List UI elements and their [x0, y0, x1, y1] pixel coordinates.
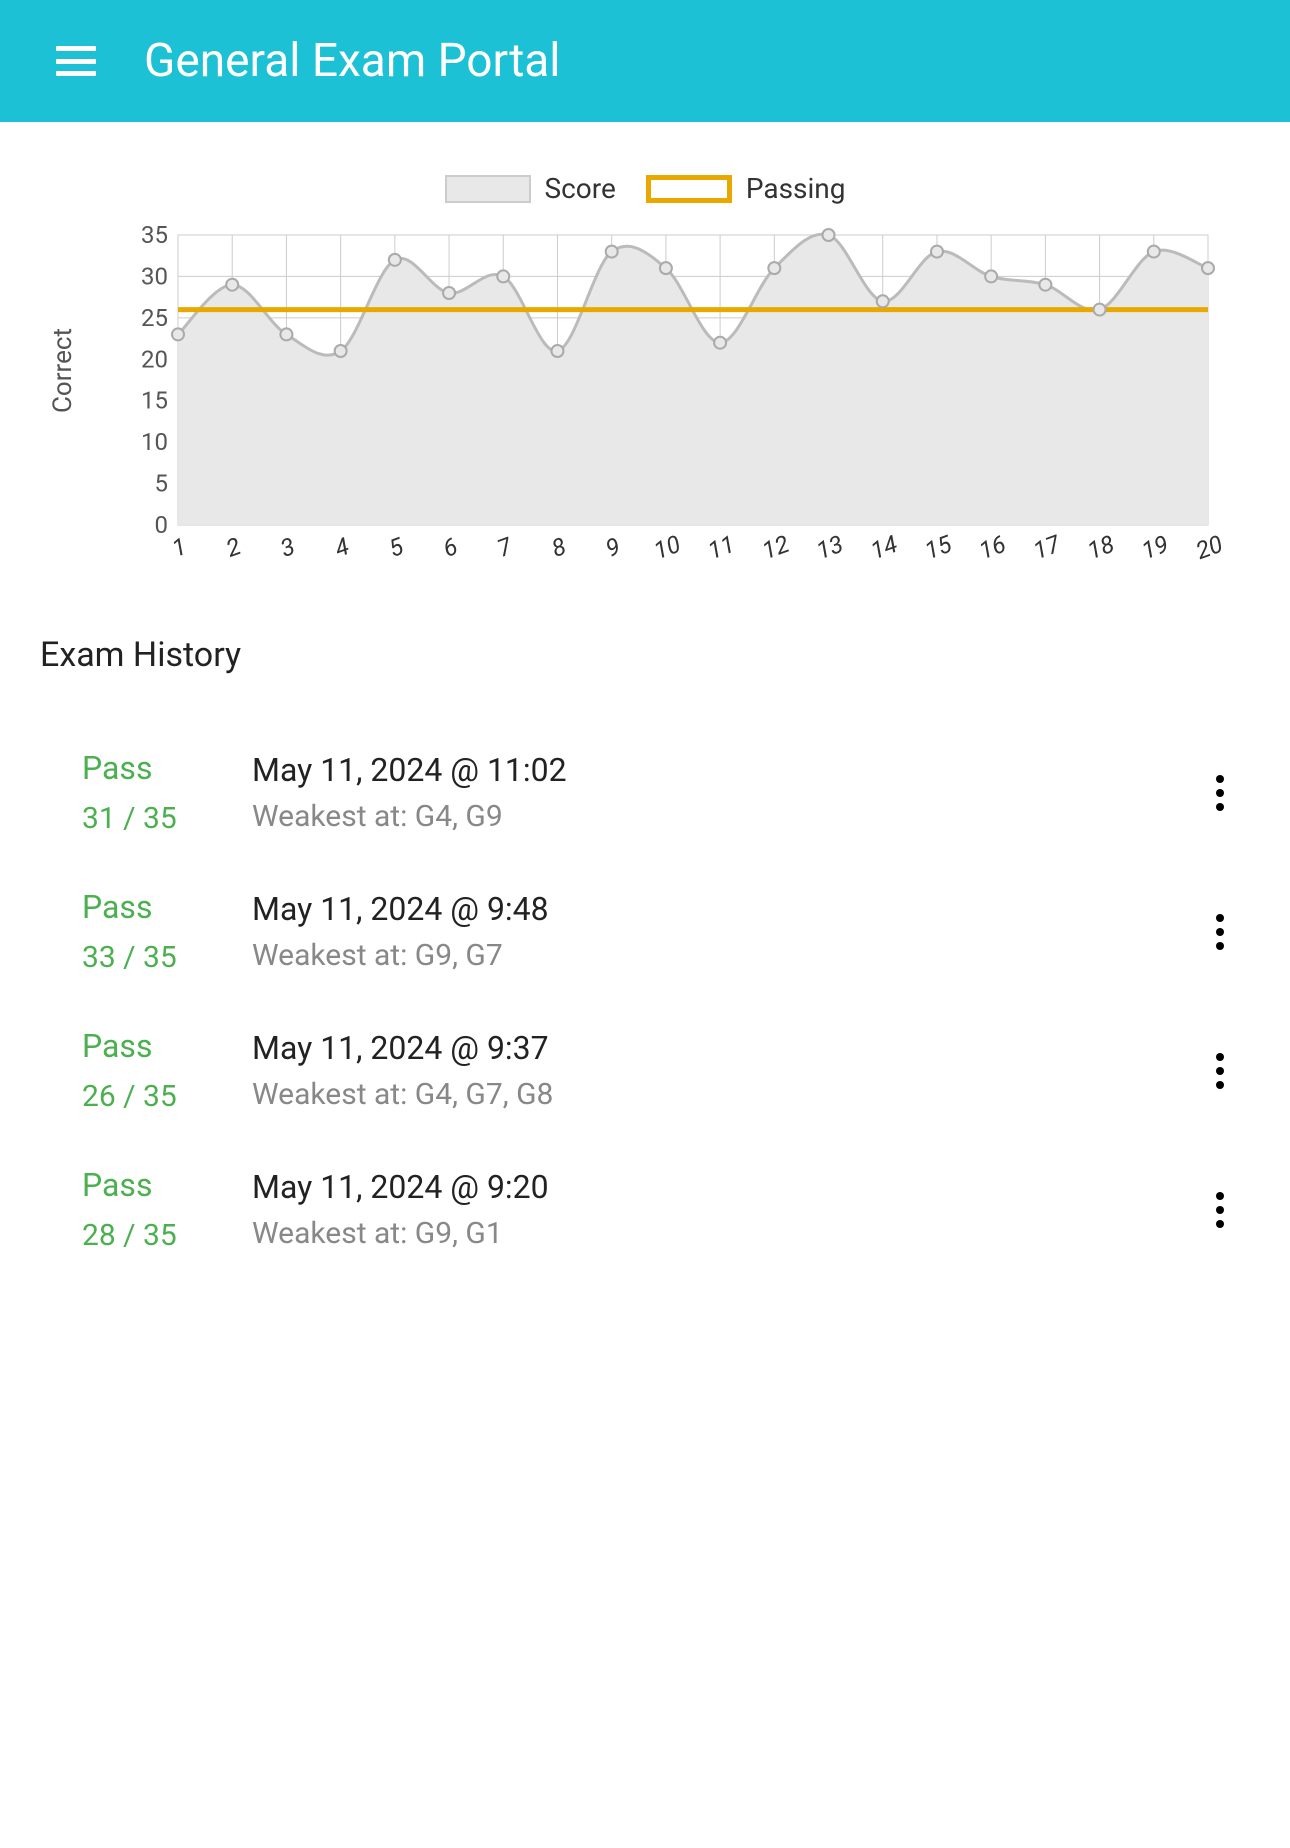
history-score: 28 / 35: [82, 1218, 252, 1253]
svg-text:19: 19: [1138, 530, 1172, 565]
history-date: May 11, 2024 @ 9:20: [252, 1168, 1190, 1206]
history-date: May 11, 2024 @ 11:02: [252, 751, 1190, 789]
y-axis-label: Correct: [40, 225, 86, 515]
menu-icon[interactable]: [56, 46, 96, 76]
history-score: 26 / 35: [82, 1079, 252, 1114]
chart-area: Correct 05101520253035123456789101112131…: [40, 225, 1250, 585]
legend-score: Score: [445, 172, 616, 205]
svg-text:20: 20: [1192, 530, 1226, 565]
history-date: May 11, 2024 @ 9:37: [252, 1029, 1190, 1067]
history-weak: Weakest at: G9, G1: [252, 1216, 1190, 1251]
svg-text:17: 17: [1030, 530, 1065, 566]
legend-passing: Passing: [646, 172, 846, 205]
chart-legend: Score Passing: [40, 172, 1250, 205]
svg-text:3: 3: [277, 532, 299, 563]
history-list: Pass 31 / 35 May 11, 2024 @ 11:02 Weakes…: [40, 723, 1250, 1279]
more-menu-button[interactable]: [1190, 1192, 1250, 1228]
svg-text:30: 30: [141, 262, 168, 290]
history-score: 33 / 35: [82, 940, 252, 975]
svg-text:2: 2: [223, 532, 245, 563]
svg-text:6: 6: [439, 532, 461, 563]
chart-plot: 0510152025303512345678910111213141516171…: [86, 225, 1250, 585]
history-center: May 11, 2024 @ 9:37 Weakest at: G4, G7, …: [252, 1029, 1190, 1112]
history-status: Pass: [82, 1027, 252, 1065]
dots-vertical-icon: [1216, 1192, 1224, 1228]
svg-text:35: 35: [141, 225, 168, 249]
history-item[interactable]: Pass 31 / 35 May 11, 2024 @ 11:02 Weakes…: [40, 723, 1250, 862]
svg-text:25: 25: [141, 304, 168, 332]
chart-svg: 0510152025303512345678910111213141516171…: [86, 225, 1250, 585]
svg-text:16: 16: [975, 530, 1009, 565]
dots-vertical-icon: [1216, 914, 1224, 950]
legend-label-score: Score: [545, 172, 616, 205]
history-center: May 11, 2024 @ 9:48 Weakest at: G9, G7: [252, 890, 1190, 973]
svg-text:1: 1: [168, 532, 190, 563]
history-center: May 11, 2024 @ 11:02 Weakest at: G4, G9: [252, 751, 1190, 834]
svg-text:13: 13: [813, 530, 847, 565]
dots-vertical-icon: [1216, 1053, 1224, 1089]
more-menu-button[interactable]: [1190, 1053, 1250, 1089]
history-status: Pass: [82, 749, 252, 787]
svg-text:12: 12: [759, 530, 793, 565]
history-weak: Weakest at: G4, G7, G8: [252, 1077, 1190, 1112]
legend-label-passing: Passing: [746, 172, 846, 205]
history-status: Pass: [82, 888, 252, 926]
svg-text:20: 20: [141, 345, 168, 373]
history-date: May 11, 2024 @ 9:48: [252, 890, 1190, 928]
svg-text:18: 18: [1084, 530, 1118, 565]
legend-swatch-score: [445, 175, 531, 203]
history-weak: Weakest at: G4, G9: [252, 799, 1190, 834]
history-left: Pass 26 / 35: [82, 1027, 252, 1114]
history-item[interactable]: Pass 28 / 35 May 11, 2024 @ 9:20 Weakest…: [40, 1140, 1250, 1279]
history-section: Exam History Pass 31 / 35 May 11, 2024 @…: [0, 605, 1290, 1319]
svg-text:5: 5: [155, 470, 169, 498]
dots-vertical-icon: [1216, 775, 1224, 811]
svg-text:15: 15: [921, 530, 956, 566]
more-menu-button[interactable]: [1190, 775, 1250, 811]
svg-text:5: 5: [385, 532, 408, 563]
svg-text:8: 8: [548, 532, 570, 563]
svg-text:4: 4: [331, 532, 353, 563]
history-left: Pass 28 / 35: [82, 1166, 252, 1253]
history-weak: Weakest at: G9, G7: [252, 938, 1190, 973]
svg-text:10: 10: [650, 530, 684, 565]
svg-text:15: 15: [141, 387, 168, 415]
history-left: Pass 31 / 35: [82, 749, 252, 836]
history-item[interactable]: Pass 33 / 35 May 11, 2024 @ 9:48 Weakest…: [40, 862, 1250, 1001]
history-score: 31 / 35: [82, 801, 252, 836]
svg-text:14: 14: [867, 530, 901, 565]
history-title: Exam History: [40, 635, 1250, 675]
svg-text:0: 0: [155, 511, 169, 539]
history-item[interactable]: Pass 26 / 35 May 11, 2024 @ 9:37 Weakest…: [40, 1001, 1250, 1140]
history-status: Pass: [82, 1166, 252, 1204]
svg-text:10: 10: [141, 428, 168, 456]
more-menu-button[interactable]: [1190, 914, 1250, 950]
legend-swatch-passing: [646, 175, 732, 203]
app-title: General Exam Portal: [144, 34, 561, 88]
svg-text:7: 7: [494, 532, 517, 563]
app-header: General Exam Portal: [0, 0, 1290, 122]
history-left: Pass 33 / 35: [82, 888, 252, 975]
svg-text:11: 11: [704, 530, 738, 565]
svg-text:9: 9: [602, 532, 624, 563]
history-center: May 11, 2024 @ 9:20 Weakest at: G9, G1: [252, 1168, 1190, 1251]
chart-container: Score Passing Correct 051015202530351234…: [0, 122, 1290, 605]
